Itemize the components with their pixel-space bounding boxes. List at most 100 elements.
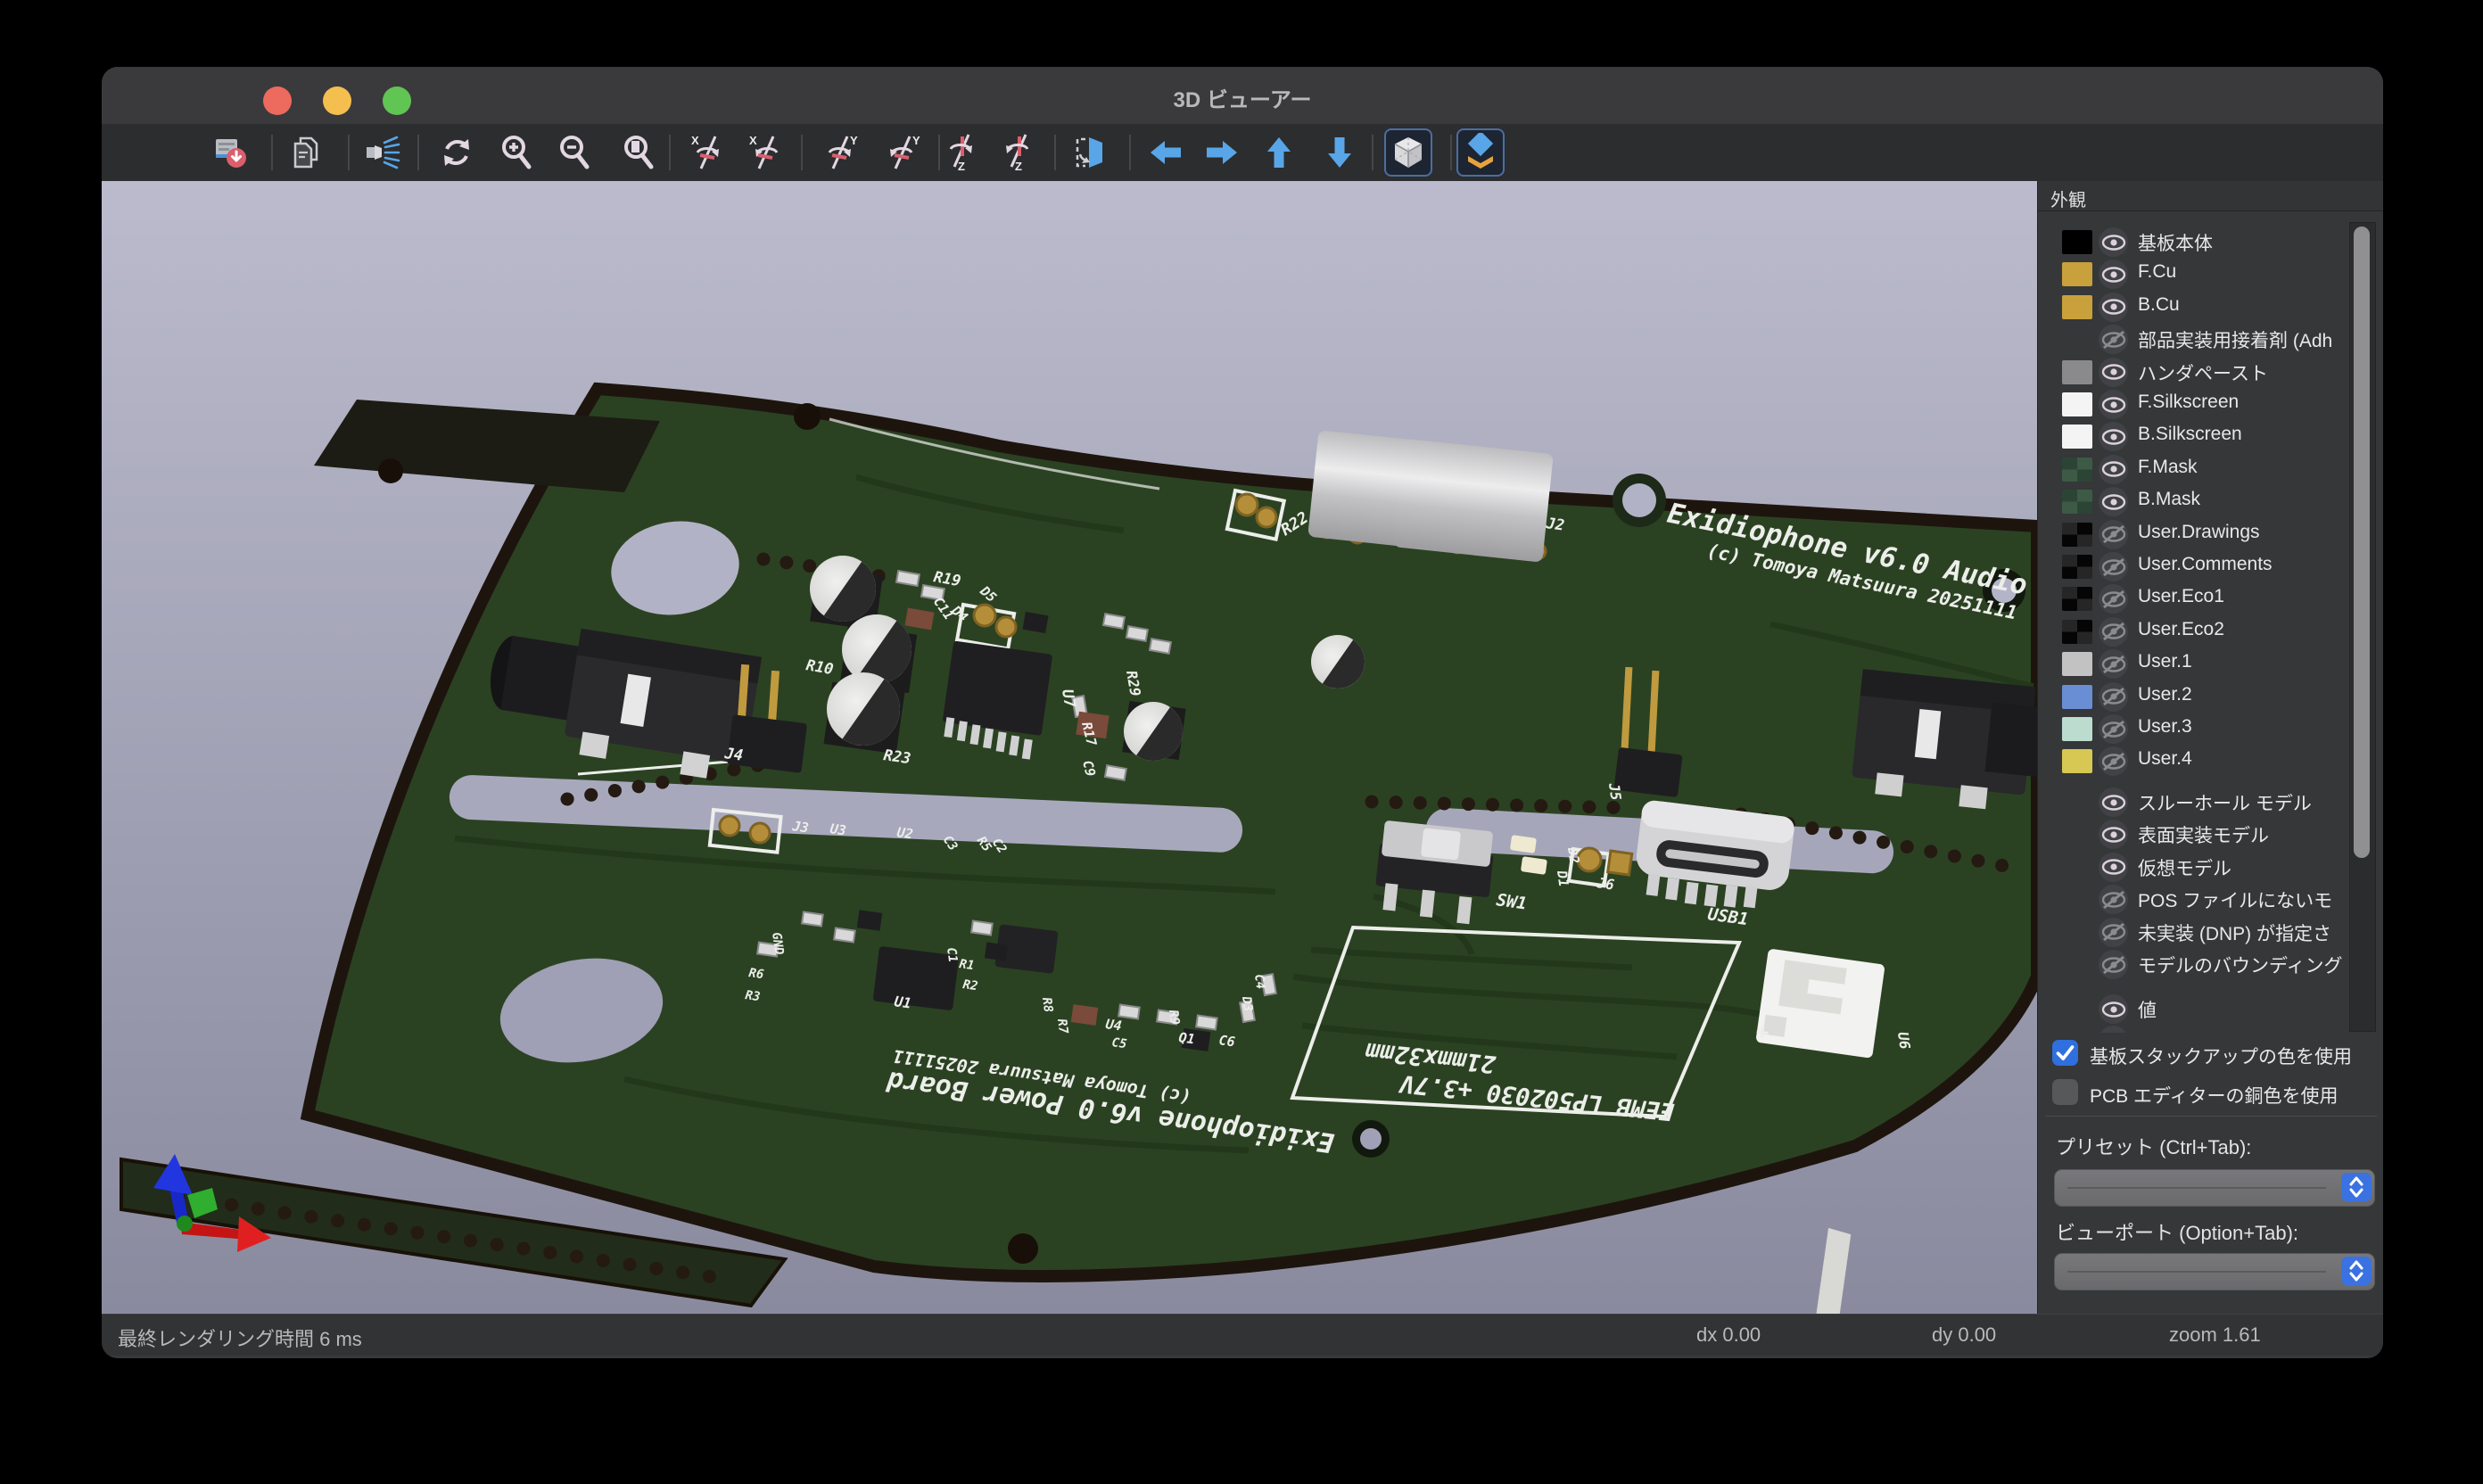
visibility-eye-off-icon[interactable] bbox=[2099, 885, 2128, 914]
visibility-eye-icon[interactable] bbox=[2099, 422, 2128, 451]
layer-row[interactable]: POS ファイルにないモ bbox=[2038, 884, 2383, 914]
appearance-list[interactable]: 基板本体F.CuB.Cu部品実装用接着剤 (AdhハンダペーストF.Silksc… bbox=[2038, 213, 2383, 1033]
appearance-panel-icon[interactable] bbox=[1458, 130, 1503, 175]
layer-row[interactable]: User.2 bbox=[2038, 681, 2383, 712]
checkbox-pcb-editor-copper[interactable]: PCB エディターの銅色を使用 bbox=[2052, 1079, 2373, 1108]
visibility-eye-icon[interactable] bbox=[2099, 994, 2128, 1024]
viewport-3d-canvas[interactable]: R22J2R19C11D4D5R10R23R29U7R17C9J4J5J3U3U… bbox=[102, 181, 2037, 1314]
layer-color-swatch[interactable] bbox=[2062, 360, 2092, 384]
visibility-eye-icon[interactable] bbox=[2099, 293, 2128, 322]
visibility-eye-off-icon[interactable] bbox=[2099, 325, 2128, 354]
layer-row[interactable]: User.4 bbox=[2038, 746, 2383, 776]
select-stepper-icon[interactable] bbox=[2341, 1257, 2372, 1285]
layer-color-swatch[interactable] bbox=[2062, 392, 2092, 416]
layer-row[interactable]: ハンダペースト bbox=[2038, 357, 2383, 387]
layer-color-swatch[interactable] bbox=[2062, 652, 2092, 676]
titlebar[interactable]: 3D ビューアー bbox=[102, 67, 2383, 125]
layer-row[interactable]: User.1 bbox=[2038, 648, 2383, 679]
layer-row[interactable]: User.Drawings bbox=[2038, 519, 2383, 549]
layer-color-swatch[interactable] bbox=[2062, 555, 2092, 579]
visibility-eye-off-icon[interactable] bbox=[2099, 950, 2128, 979]
rotate-x-ccw-icon[interactable]: X bbox=[744, 130, 788, 175]
layer-color-swatch[interactable] bbox=[2062, 490, 2092, 514]
rotate-z-cw-icon[interactable]: Z bbox=[940, 130, 985, 175]
layer-row[interactable]: B.Cu bbox=[2038, 292, 2383, 322]
zoom-fit-icon[interactable] bbox=[616, 130, 661, 175]
zoom-in-icon[interactable] bbox=[494, 130, 539, 175]
pan-down-icon[interactable] bbox=[1317, 130, 1362, 175]
visibility-eye-icon[interactable] bbox=[2099, 820, 2128, 849]
visibility-eye-off-icon[interactable] bbox=[2099, 584, 2128, 614]
visibility-eye-icon[interactable] bbox=[2099, 1026, 2128, 1033]
visibility-eye-icon[interactable] bbox=[2099, 227, 2128, 257]
layer-row[interactable]: 未実装 (DNP) が指定さ bbox=[2038, 917, 2383, 947]
layer-row[interactable]: F.Cu bbox=[2038, 259, 2383, 289]
layer-row[interactable]: User.Eco1 bbox=[2038, 583, 2383, 614]
pan-left-icon[interactable] bbox=[1143, 130, 1188, 175]
checkbox-icon[interactable] bbox=[2052, 1040, 2078, 1066]
rotate-z-ccw-icon[interactable]: Z bbox=[997, 130, 1042, 175]
layer-label: User.Eco2 bbox=[2138, 619, 2224, 640]
visibility-eye-icon[interactable] bbox=[2099, 787, 2128, 817]
visibility-eye-icon[interactable] bbox=[2099, 853, 2128, 882]
viewport-select[interactable] bbox=[2054, 1253, 2375, 1290]
layer-color-swatch[interactable] bbox=[2062, 425, 2092, 449]
rotate-x-cw-icon[interactable]: X bbox=[686, 130, 730, 175]
layer-row[interactable]: B.Silkscreen bbox=[2038, 421, 2383, 451]
layer-color-swatch[interactable] bbox=[2062, 458, 2092, 482]
layer-row[interactable]: F.Silkscreen bbox=[2038, 389, 2383, 419]
visibility-eye-icon[interactable] bbox=[2099, 260, 2128, 289]
reload-board-icon[interactable] bbox=[209, 130, 253, 175]
visibility-eye-icon[interactable] bbox=[2099, 487, 2128, 516]
visibility-eye-off-icon[interactable] bbox=[2099, 617, 2128, 647]
layer-color-swatch[interactable] bbox=[2062, 523, 2092, 547]
layer-color-swatch[interactable] bbox=[2062, 262, 2092, 286]
layer-color-swatch[interactable] bbox=[2062, 295, 2092, 319]
layer-row[interactable]: User.Comments bbox=[2038, 551, 2383, 581]
layer-row[interactable] bbox=[2038, 1025, 2383, 1033]
pan-right-icon[interactable] bbox=[1200, 130, 1244, 175]
visibility-eye-off-icon[interactable] bbox=[2099, 682, 2128, 712]
visibility-eye-icon[interactable] bbox=[2099, 390, 2128, 419]
checkbox-icon[interactable] bbox=[2052, 1079, 2078, 1105]
checkbox-board-stackup-colors[interactable]: 基板スタックアップの色を使用 bbox=[2052, 1040, 2373, 1068]
layer-color-swatch[interactable] bbox=[2062, 620, 2092, 644]
layer-row[interactable]: 値 bbox=[2038, 993, 2383, 1024]
visibility-eye-off-icon[interactable] bbox=[2099, 552, 2128, 581]
visibility-eye-off-icon[interactable] bbox=[2099, 746, 2128, 776]
layer-row[interactable]: F.Mask bbox=[2038, 454, 2383, 484]
toolbar: X X Y Y Z Z bbox=[102, 124, 2383, 182]
preset-select[interactable] bbox=[2054, 1169, 2375, 1207]
render-options-icon[interactable] bbox=[360, 130, 405, 175]
layer-row[interactable]: モデルのバウンディング bbox=[2038, 949, 2383, 979]
visibility-eye-off-icon[interactable] bbox=[2099, 918, 2128, 947]
refresh-view-icon[interactable] bbox=[434, 130, 479, 175]
layer-row[interactable]: 基板本体 bbox=[2038, 227, 2383, 257]
flip-board-icon[interactable] bbox=[1067, 130, 1111, 175]
layer-row[interactable]: B.Mask bbox=[2038, 486, 2383, 516]
pan-up-icon[interactable] bbox=[1257, 130, 1301, 175]
layer-row[interactable]: User.3 bbox=[2038, 713, 2383, 744]
layer-row[interactable]: 仮想モデル bbox=[2038, 852, 2383, 882]
layer-row[interactable]: 部品実装用接着剤 (Adh bbox=[2038, 324, 2383, 354]
layer-color-swatch[interactable] bbox=[2062, 717, 2092, 741]
silkscreen-label: C4 bbox=[1251, 973, 1267, 990]
copy-image-icon[interactable] bbox=[285, 130, 330, 175]
visibility-eye-off-icon[interactable] bbox=[2099, 520, 2128, 549]
layer-row[interactable]: 表面実装モデル bbox=[2038, 819, 2383, 849]
layer-color-swatch[interactable] bbox=[2062, 587, 2092, 611]
visibility-eye-icon[interactable] bbox=[2099, 455, 2128, 484]
rotate-y-ccw-icon[interactable]: Y bbox=[882, 130, 927, 175]
visibility-eye-off-icon[interactable] bbox=[2099, 714, 2128, 744]
visibility-eye-icon[interactable] bbox=[2099, 358, 2128, 387]
orthographic-projection-icon[interactable] bbox=[1386, 130, 1431, 175]
layer-color-swatch[interactable] bbox=[2062, 749, 2092, 773]
zoom-out-icon[interactable] bbox=[552, 130, 597, 175]
rotate-y-cw-icon[interactable]: Y bbox=[820, 130, 864, 175]
select-stepper-icon[interactable] bbox=[2341, 1173, 2372, 1201]
layer-color-swatch[interactable] bbox=[2062, 685, 2092, 709]
visibility-eye-off-icon[interactable] bbox=[2099, 649, 2128, 679]
layer-row[interactable]: スルーホール モデル bbox=[2038, 787, 2383, 817]
layer-row[interactable]: User.Eco2 bbox=[2038, 616, 2383, 647]
layer-color-swatch[interactable] bbox=[2062, 230, 2092, 254]
